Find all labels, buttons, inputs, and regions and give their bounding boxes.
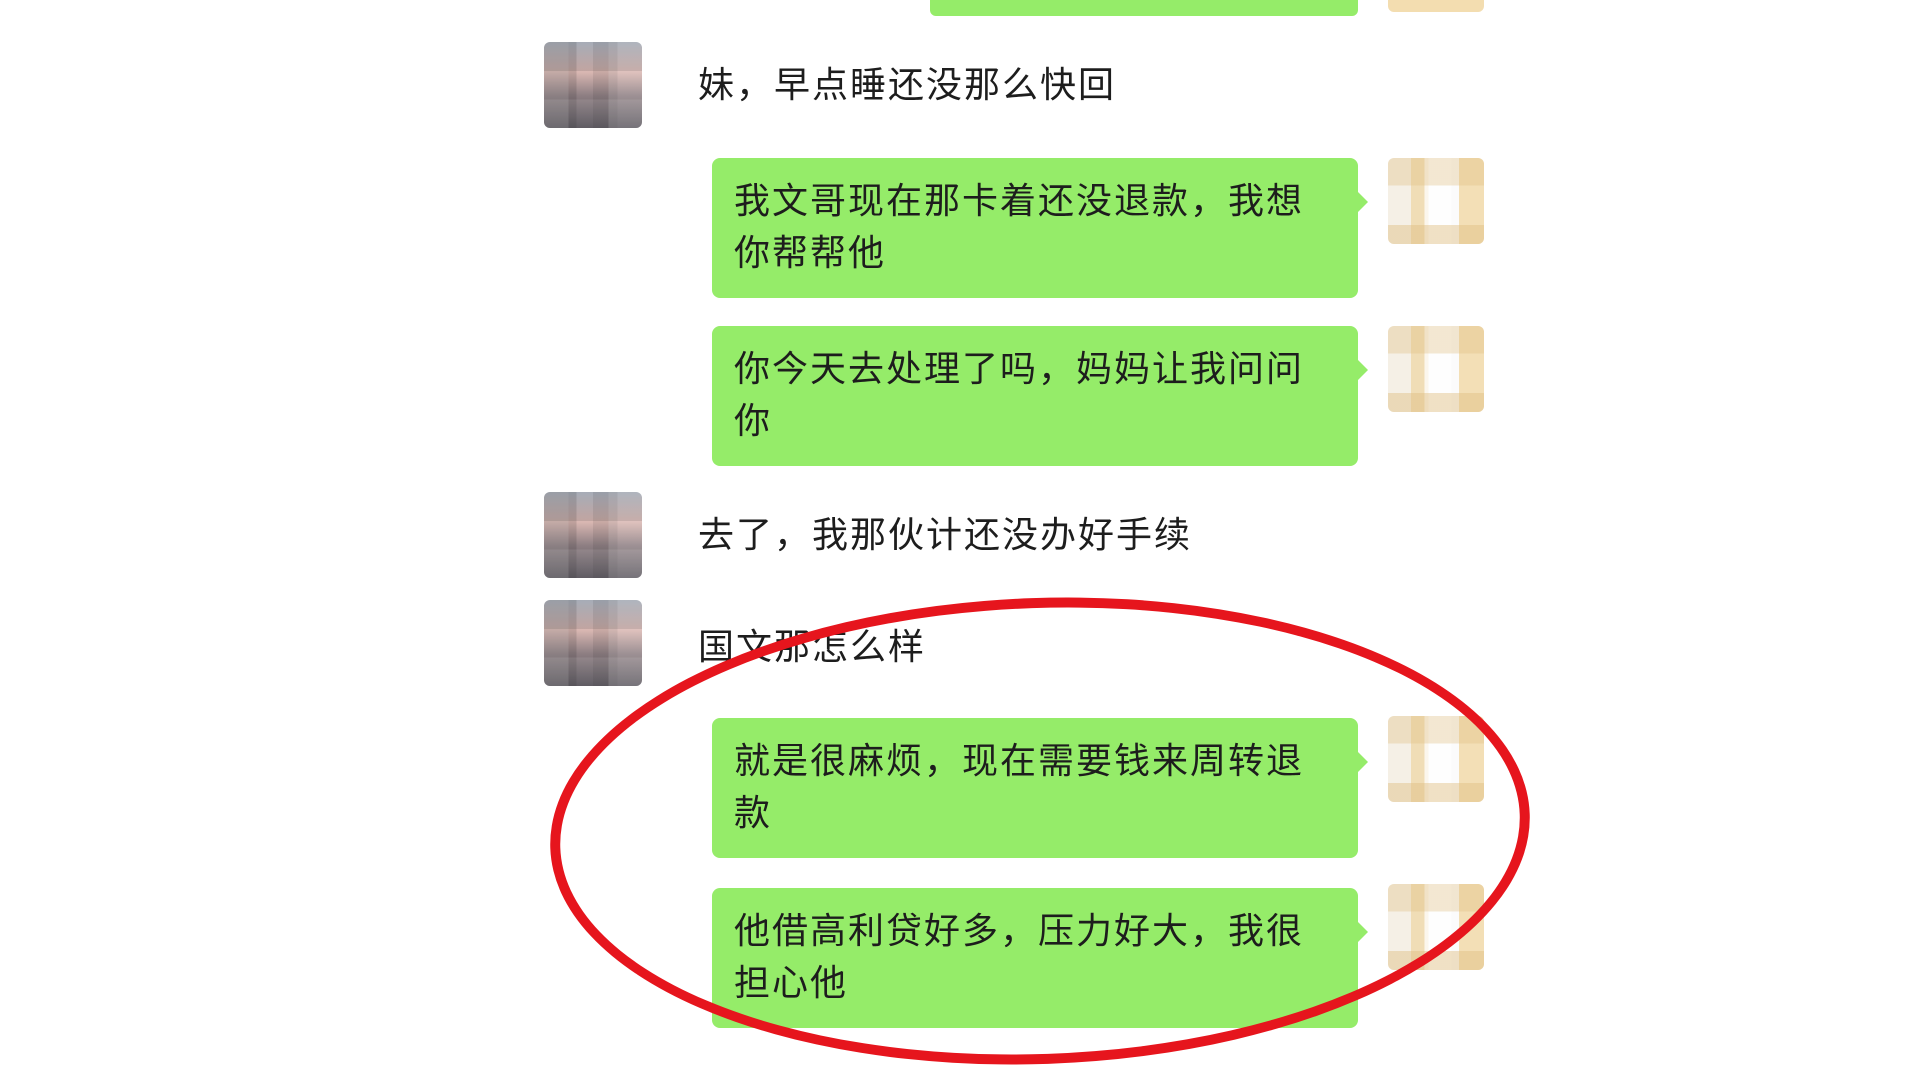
message-text: 就是很麻烦，现在需要钱来周转退款 <box>734 741 1305 834</box>
incoming-message: 妹，早点睡还没那么快回 <box>698 65 1117 106</box>
message-text: 他借高利贷好多，压力好大，我很担心他 <box>734 911 1305 1004</box>
self-avatar[interactable] <box>1388 158 1484 244</box>
contact-avatar[interactable] <box>544 600 642 686</box>
outgoing-message[interactable]: 我文哥现在那卡着还没退款，我想你帮帮他 <box>712 158 1368 298</box>
contact-avatar[interactable] <box>544 42 642 128</box>
self-avatar[interactable] <box>1388 326 1484 412</box>
incoming-message: 国文那怎么样 <box>698 627 927 668</box>
outgoing-message[interactable]: 你今天去处理了吗，妈妈让我问问你 <box>712 326 1368 466</box>
partial-message-bubble[interactable] <box>930 0 1358 16</box>
contact-avatar[interactable] <box>544 492 642 578</box>
incoming-message: 去了，我那伙计还没办好手续 <box>698 515 1193 556</box>
message-text: 我文哥现在那卡着还没退款，我想你帮帮他 <box>734 181 1305 274</box>
self-avatar[interactable] <box>1388 884 1484 970</box>
outgoing-message[interactable]: 就是很麻烦，现在需要钱来周转退款 <box>712 718 1368 858</box>
message-text: 你今天去处理了吗，妈妈让我问问你 <box>734 349 1305 442</box>
partial-avatar[interactable] <box>1388 0 1484 12</box>
chat-thread: 妹，早点睡还没那么快回 我文哥现在那卡着还没退款，我想你帮帮他 你今天去处理了吗… <box>0 0 1920 1081</box>
self-avatar[interactable] <box>1388 716 1484 802</box>
outgoing-message[interactable]: 他借高利贷好多，压力好大，我很担心他 <box>712 888 1368 1028</box>
